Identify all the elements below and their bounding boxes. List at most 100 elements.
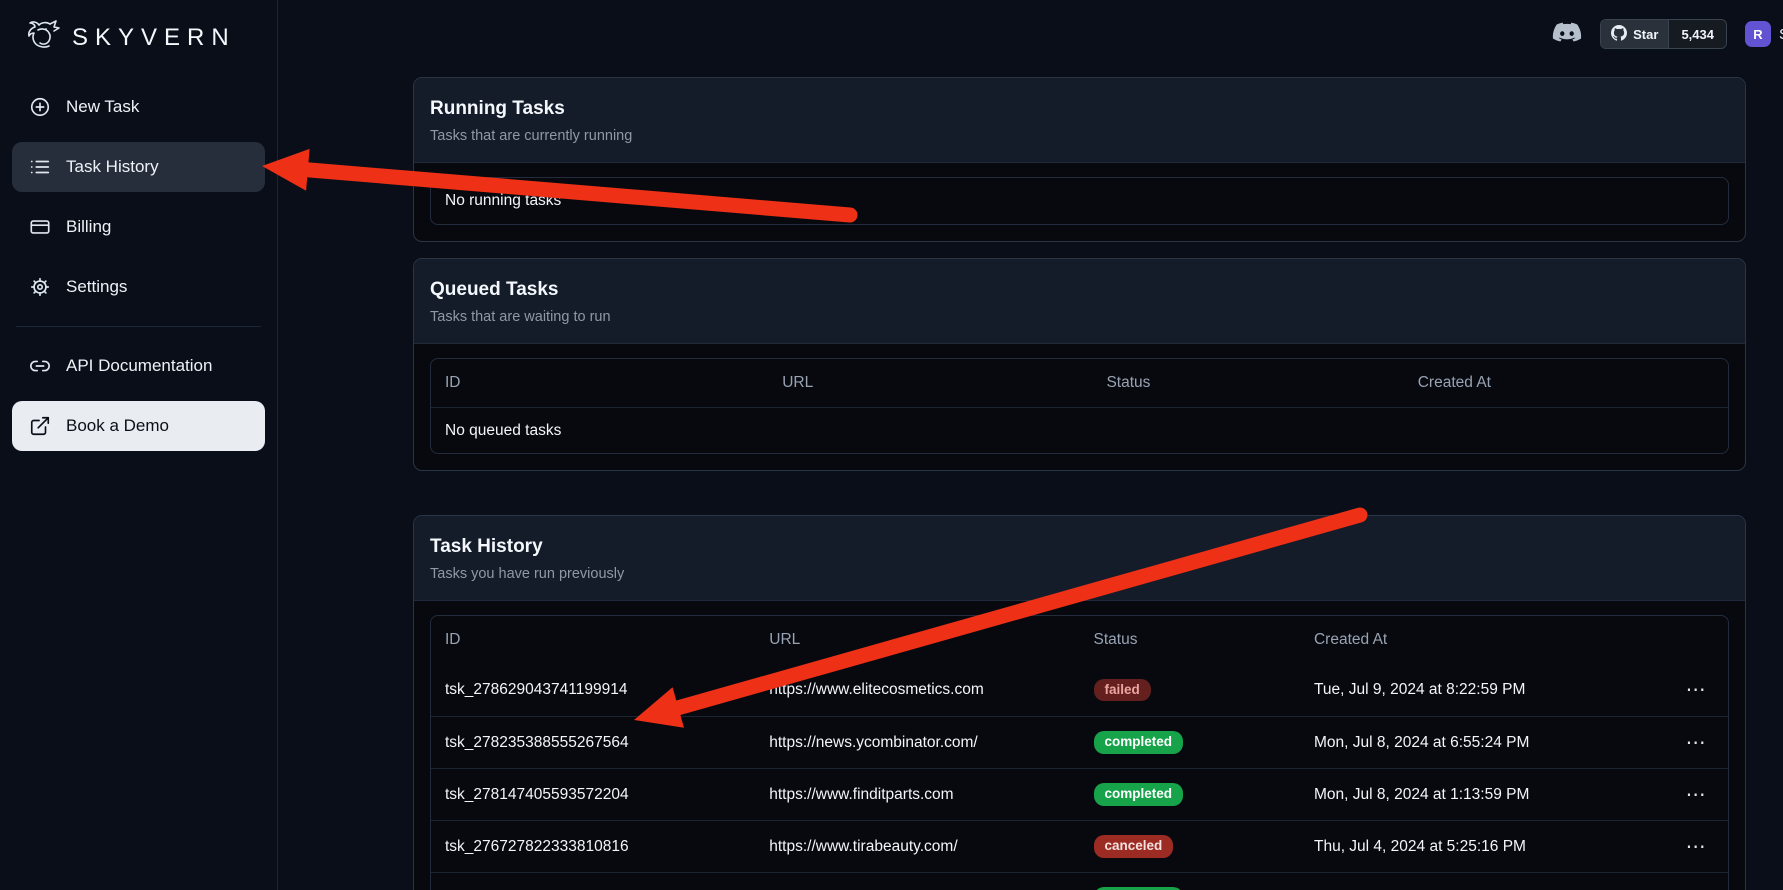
task-history-card: Task History Tasks you have run previous…: [413, 515, 1746, 890]
sidebar-divider: [16, 326, 261, 327]
cell-actions: ⋯: [1663, 676, 1728, 704]
running-tasks-card-content: No running tasks: [414, 163, 1745, 241]
user-menu[interactable]: R S: [1745, 21, 1783, 47]
row-actions-button[interactable]: ⋯: [1678, 729, 1714, 757]
cell-created-at: Mon, Jul 8, 2024 at 1:13:59 PM: [1300, 786, 1663, 804]
cell-status: failed: [1080, 679, 1300, 702]
sidebar-item-label: New Task: [66, 97, 139, 117]
ellipsis-icon: ⋯: [1686, 836, 1706, 858]
logo[interactable]: SKYVERN: [12, 16, 265, 60]
status-badge: completed: [1094, 731, 1184, 754]
plus-circle-icon: [28, 95, 52, 119]
cell-actions: ⋯: [1663, 729, 1728, 757]
task-row[interactable]: tsk_278235388555267564 https://news.ycom…: [431, 716, 1728, 768]
sidebar-item-label: API Documentation: [66, 356, 212, 376]
task-row[interactable]: tsk_278629043741199914 https://www.elite…: [431, 664, 1728, 716]
ellipsis-icon: ⋯: [1686, 784, 1706, 806]
row-actions-button[interactable]: ⋯: [1678, 676, 1714, 704]
cell-status: canceled: [1080, 835, 1300, 858]
sidebar-item-label: Billing: [66, 217, 111, 237]
cell-actions: ⋯: [1663, 833, 1728, 861]
queued-tasks-table: ID URL Status Created At No queued tasks: [430, 358, 1729, 454]
history-table-body: tsk_278629043741199914 https://www.elite…: [431, 664, 1728, 890]
column-header-created-at: Created At: [1300, 631, 1663, 649]
sidebar-nav-primary: New Task Task History Billing: [12, 82, 265, 312]
cell-status: completed: [1080, 783, 1300, 806]
task-row[interactable]: tsk_278147405593572204 https://www.findi…: [431, 768, 1728, 820]
sidebar-item-label: Book a Demo: [66, 416, 169, 436]
skyvern-dragon-logo-icon: [20, 16, 64, 60]
cell-created-at: Mon, Jul 8, 2024 at 6:55:24 PM: [1300, 734, 1663, 752]
github-star-widget[interactable]: Star 5,434: [1600, 19, 1727, 49]
column-header-status: Status: [1092, 374, 1403, 392]
cell-url: https://www.elitecosmetics.com: [755, 681, 1079, 699]
cell-url: https://www.finditparts.com: [755, 786, 1079, 804]
cell-status: completed: [1080, 731, 1300, 754]
card-title: Task History: [430, 536, 1729, 558]
link-icon: [28, 354, 52, 378]
row-actions-button[interactable]: ⋯: [1678, 885, 1714, 890]
github-star-count: 5,434: [1668, 20, 1726, 48]
table-header-row: ID URL Status Created At: [431, 359, 1728, 407]
app-root: SKYVERN New Task Task History: [0, 0, 1783, 890]
task-history-card-header: Task History Tasks you have run previous…: [414, 516, 1745, 601]
column-header-url: URL: [755, 631, 1079, 649]
sidebar-item-label: Settings: [66, 277, 127, 297]
discord-icon[interactable]: [1552, 22, 1582, 46]
main-content: Star 5,434 R S Running Tasks Tasks that …: [278, 0, 1783, 890]
running-tasks-card-header: Running Tasks Tasks that are currently r…: [414, 78, 1745, 163]
running-tasks-card: Running Tasks Tasks that are currently r…: [413, 77, 1746, 242]
cell-actions: ⋯: [1663, 781, 1728, 809]
column-header-id: ID: [431, 631, 755, 649]
cell-id: tsk_276727822333810816: [431, 838, 755, 856]
cell-url: https://www.tirabeauty.com/: [755, 838, 1079, 856]
sidebar-nav-secondary: API Documentation Book a Demo: [12, 341, 265, 451]
sidebar-item-label: Task History: [66, 157, 159, 177]
card-title: Queued Tasks: [430, 279, 1729, 301]
cell-id: tsk_278147405593572204: [431, 786, 755, 804]
topbar: Star 5,434 R S: [1552, 16, 1783, 52]
sidebar-item-settings[interactable]: Settings: [12, 262, 265, 312]
ellipsis-icon: ⋯: [1686, 732, 1706, 754]
external-link-icon: [28, 414, 52, 438]
task-history-table: ID URL Status Created At tsk_27862904374…: [430, 615, 1729, 890]
row-actions-button[interactable]: ⋯: [1678, 781, 1714, 809]
task-history-card-content: ID URL Status Created At tsk_27862904374…: [414, 601, 1745, 890]
column-header-status: Status: [1080, 631, 1300, 649]
ellipsis-icon: ⋯: [1686, 679, 1706, 701]
sidebar-item-book-a-demo[interactable]: Book a Demo: [12, 401, 265, 451]
sidebar-item-task-history[interactable]: Task History: [12, 142, 265, 192]
cell-id: tsk_278629043741199914: [431, 681, 755, 699]
status-badge: canceled: [1094, 835, 1174, 858]
cell-created-at: Thu, Jul 4, 2024 at 5:25:16 PM: [1300, 838, 1663, 856]
list-icon: [28, 155, 52, 179]
running-tasks-table: No running tasks: [430, 177, 1729, 225]
app-name: SKYVERN: [72, 24, 236, 52]
column-header-id: ID: [431, 374, 768, 392]
card-subtitle: Tasks that are waiting to run: [430, 309, 1729, 325]
task-row[interactable]: tsk_274180139292204058 https://www.geico…: [431, 872, 1728, 890]
sidebar-item-new-task[interactable]: New Task: [12, 82, 265, 132]
cell-actions: ⋯: [1663, 885, 1728, 890]
task-row[interactable]: tsk_276727822333810816 https://www.tirab…: [431, 820, 1728, 872]
gear-icon: [28, 275, 52, 299]
sidebar-item-billing[interactable]: Billing: [12, 202, 265, 252]
card-subtitle: Tasks that are currently running: [430, 128, 1729, 144]
queued-tasks-card: Queued Tasks Tasks that are waiting to r…: [413, 258, 1746, 471]
empty-row: No queued tasks: [431, 407, 1728, 453]
table-header-row: ID URL Status Created At: [431, 616, 1728, 664]
empty-message: No running tasks: [431, 192, 575, 210]
queued-tasks-card-content: ID URL Status Created At No queued tasks: [414, 344, 1745, 470]
sidebar: SKYVERN New Task Task History: [0, 0, 278, 890]
row-actions-button[interactable]: ⋯: [1678, 833, 1714, 861]
empty-row: No running tasks: [431, 178, 1728, 224]
sidebar-item-api-documentation[interactable]: API Documentation: [12, 341, 265, 391]
column-header-url: URL: [768, 374, 1092, 392]
empty-message: No queued tasks: [431, 422, 575, 440]
card-title: Running Tasks: [430, 98, 1729, 120]
status-badge: failed: [1094, 679, 1151, 702]
cell-id: tsk_278235388555267564: [431, 734, 755, 752]
card-subtitle: Tasks you have run previously: [430, 566, 1729, 582]
github-icon: [1611, 25, 1627, 44]
column-header-created-at: Created At: [1404, 374, 1728, 392]
